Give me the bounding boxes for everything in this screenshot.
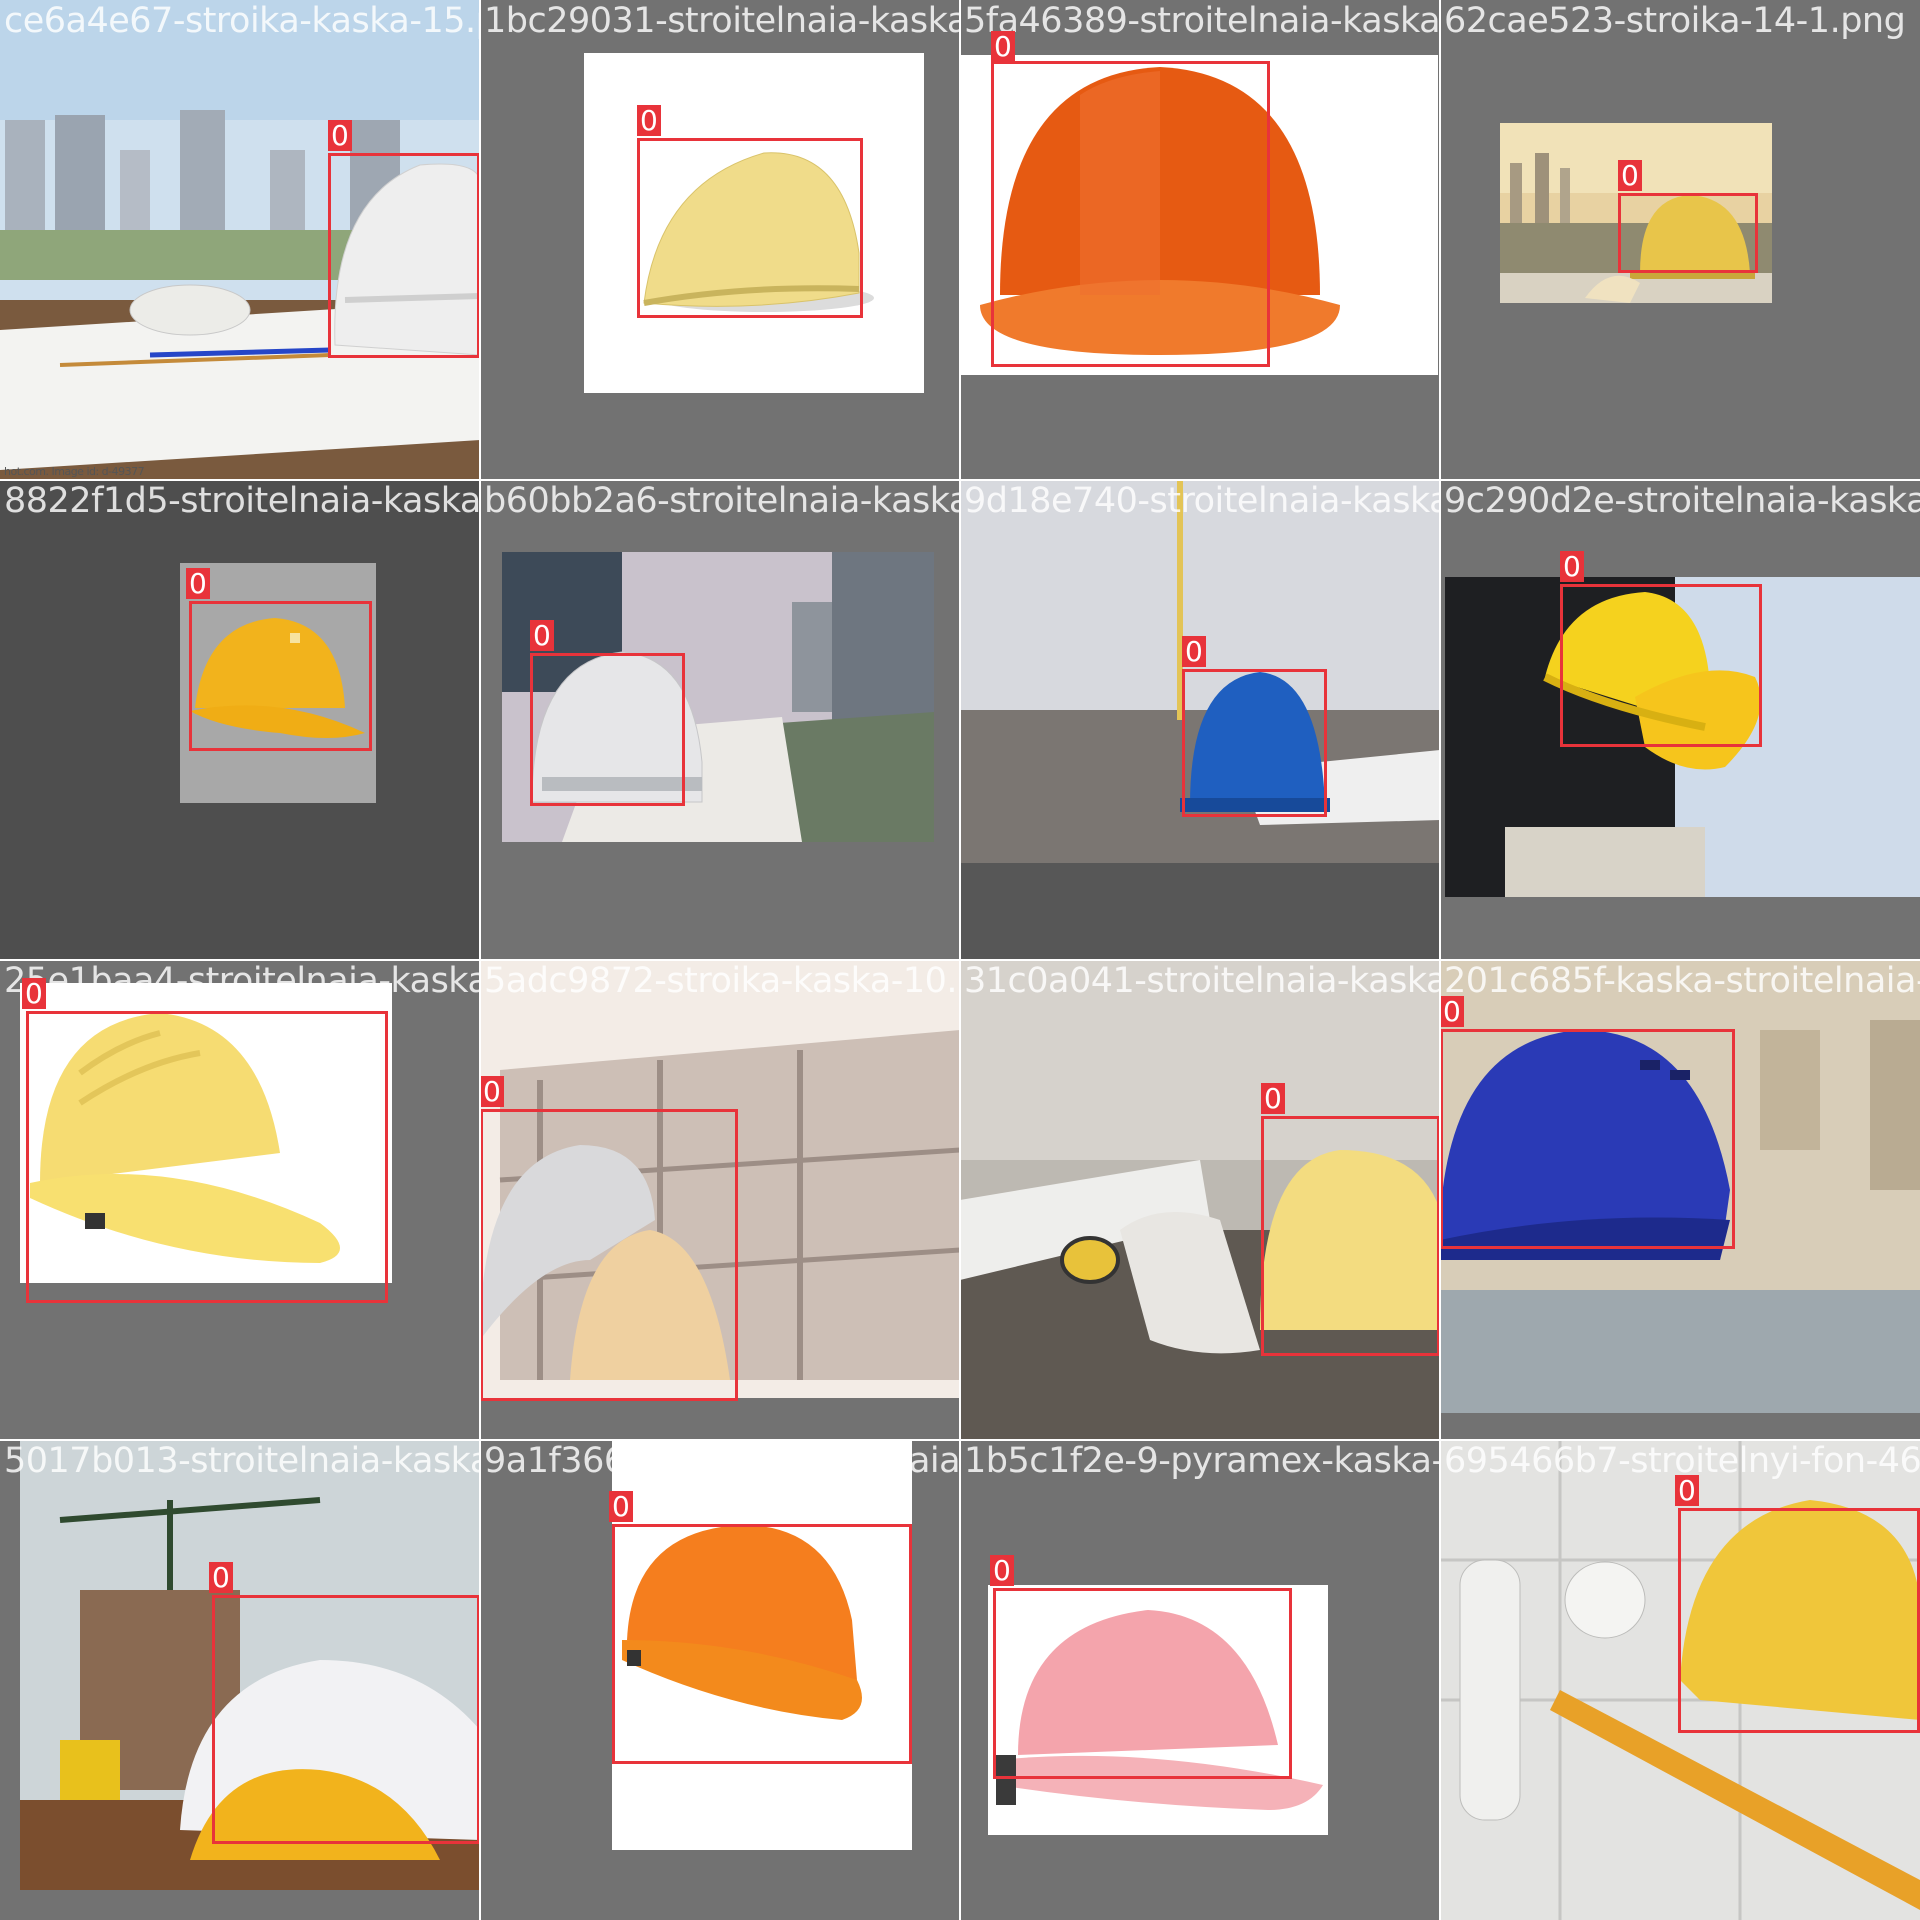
class-label: 0	[328, 120, 352, 151]
tile-filename: 9a1f3665-kaska-stroitelnaia-	[484, 1441, 960, 1481]
tile-9: 5adc9872-stroika-kaska-10.png 0	[480, 960, 960, 1440]
detection-box	[612, 1524, 912, 1764]
tile-14: 1b5c1f2e-9-pyramex-kaska-d 0	[960, 1440, 1440, 1920]
detection-box	[1678, 1508, 1920, 1733]
tile-filename: 8822f1d5-stroitelnaia-kaska-b	[4, 481, 480, 521]
detection-box	[1560, 584, 1762, 747]
tile-filename: ce6a4e67-stroika-kaska-15.png	[4, 1, 480, 41]
class-label: 0	[637, 105, 661, 136]
tile-filename: 201c685f-kaska-stroitelnaia-	[1444, 961, 1920, 1001]
tile-2: 5fa46389-stroitelnaia-kaska-apolloart 0	[960, 0, 1440, 480]
class-label: 0	[990, 1555, 1014, 1586]
class-label: 0	[1560, 551, 1584, 582]
class-label: 0	[991, 31, 1015, 62]
tile-filename: 62cae523-stroika-14-1.png	[1444, 1, 1906, 41]
tile-filename: 5adc9872-stroika-kaska-10.png	[484, 961, 960, 1001]
detection-box	[1618, 193, 1758, 273]
detection-box	[993, 1588, 1292, 1779]
class-label: 0	[1261, 1083, 1285, 1114]
tile-15: 695466b7-stroitelnyi-fon-46.png 0	[1440, 1440, 1920, 1920]
tile-filename: 1b5c1f2e-9-pyramex-kaska-d	[964, 1441, 1440, 1481]
tile-11: 201c685f-kaska-stroitelnaia- 0	[1440, 960, 1920, 1440]
detection-box	[991, 61, 1270, 367]
tile-filename: 9c290d2e-stroitelnaia-kaska	[1444, 481, 1920, 521]
tile-6: 9d18e740-stroitelnaia-kaska 0	[960, 480, 1440, 960]
detection-box	[26, 1011, 388, 1303]
tile-filename: 5017b013-stroitelnaia-kaska	[4, 1441, 480, 1481]
tile-0: ce6a4e67-stroika-kaska-15.png hot.com. I…	[0, 0, 480, 480]
grid-separator	[0, 959, 1920, 961]
tile-10: 31c0a041-stroitelnaia-kaska 0	[960, 960, 1440, 1440]
tile-filename: 31c0a041-stroitelnaia-kaska	[964, 961, 1440, 1001]
tile-watermark: hot.com. Image id: d-49377	[4, 465, 145, 478]
tile-filename: 9d18e740-stroitelnaia-kaska	[964, 481, 1440, 521]
class-label: 0	[609, 1491, 633, 1522]
class-label: 0	[1182, 636, 1206, 667]
class-label: 0	[186, 568, 210, 599]
tile-filename: b60bb2a6-stroitelnaia-kaska	[484, 481, 960, 521]
detection-box	[1182, 669, 1327, 817]
class-label: 0	[530, 620, 554, 651]
tile-5: b60bb2a6-stroitelnaia-kaska 0	[480, 480, 960, 960]
tile-4: 8822f1d5-stroitelnaia-kaska-b 0	[0, 480, 480, 960]
tile-filename: 1bc29031-stroitelnaia-kaska-5	[484, 1, 960, 41]
tile-7: 9c290d2e-stroitelnaia-kaska 0	[1440, 480, 1920, 960]
class-label: 0	[1440, 996, 1464, 1027]
grid-separator	[0, 479, 1920, 481]
detection-box	[1440, 1029, 1735, 1249]
class-label: 0	[1618, 160, 1642, 191]
detection-box	[530, 653, 685, 806]
tile-filename: 5fa46389-stroitelnaia-kaska-apolloart	[964, 1, 1440, 41]
class-label: 0	[22, 978, 46, 1009]
detection-mosaic: ce6a4e67-stroika-kaska-15.png hot.com. I…	[0, 0, 1920, 1920]
tile-3: 62cae523-stroika-14-1.png 0	[1440, 0, 1920, 480]
detection-box	[189, 601, 372, 751]
tile-12: 5017b013-stroitelnaia-kaska 0	[0, 1440, 480, 1920]
grid-separator	[0, 1439, 1920, 1441]
detection-box	[1261, 1116, 1440, 1356]
tile-filename: 25e1baa4-stroitelnaia-kaska-5	[4, 961, 480, 1001]
detection-box	[480, 1109, 738, 1401]
tile-1: 1bc29031-stroitelnaia-kaska-5 0	[480, 0, 960, 480]
detection-box	[328, 153, 480, 358]
class-label: 0	[209, 1562, 233, 1593]
tile-8: 25e1baa4-stroitelnaia-kaska-5 0	[0, 960, 480, 1440]
detection-box	[212, 1595, 480, 1844]
tile-13: 9a1f3665-kaska-stroitelnaia- 0	[480, 1440, 960, 1920]
class-label: 0	[480, 1076, 504, 1107]
detection-box	[637, 138, 863, 318]
class-label: 0	[1675, 1475, 1699, 1506]
